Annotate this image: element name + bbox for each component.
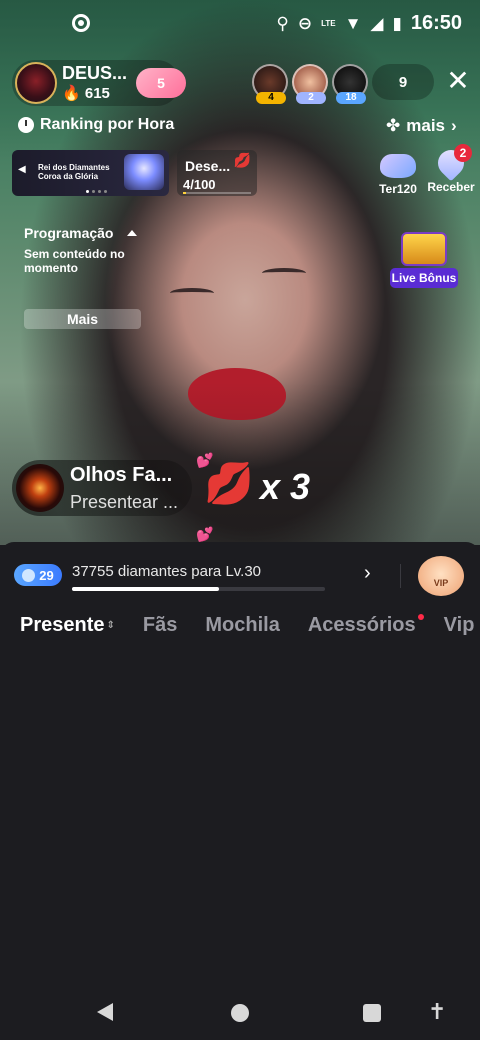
sender-name: Olhos Fa...	[70, 464, 173, 486]
banner-line-2: Coroa da Glória	[38, 172, 99, 181]
gem-label: Ter120	[379, 182, 417, 196]
banner-pager	[86, 190, 107, 193]
new-dot	[417, 614, 424, 620]
gift-count: x 3	[260, 466, 311, 507]
wish-goal[interactable]: Dese... 4/100 💋	[177, 150, 257, 196]
level-progress-bar	[72, 587, 325, 591]
gift-tabs: Presente ⇕ Fãs Mochila Acessórios Vip	[20, 614, 480, 637]
schedule-header[interactable]: Programação	[24, 225, 138, 241]
vip-button[interactable]: VIP	[418, 556, 464, 596]
follow-heart-button[interactable]: 5	[136, 68, 186, 98]
divider	[400, 564, 401, 588]
schedule-panel: Programação Sem conteúdo no momento	[24, 225, 138, 275]
schedule-title: Programação	[24, 225, 114, 241]
host-fans-count: 615	[84, 85, 110, 102]
sender-avatar	[16, 464, 64, 512]
lips	[188, 368, 286, 420]
heart-level: 5	[157, 75, 165, 91]
clock: 16:50	[410, 12, 462, 34]
dnd-icon: ⊖	[297, 14, 313, 33]
chevron-up-icon	[127, 230, 138, 236]
tab-label: Mochila	[205, 614, 280, 636]
tab-mochila[interactable]: Mochila	[205, 614, 279, 637]
close-icon[interactable]: ✕	[444, 66, 472, 96]
chevron-right-icon[interactable]: ›	[364, 562, 371, 585]
host-name: DEUS...	[62, 63, 128, 83]
live-bonus-button[interactable]: Live Bônus	[390, 232, 458, 290]
tab-vip[interactable]: Vip	[444, 614, 475, 637]
host-info[interactable]: DEUS... 🔥 615 5	[12, 60, 186, 106]
schedule-empty: Sem conteúdo no momento	[24, 247, 125, 275]
tab-label: Presente	[20, 614, 105, 636]
wish-title: Dese...	[185, 158, 231, 174]
status-bar: ⚲ ⊖ LTE ▼ ◢ ▮ 16:50	[0, 0, 480, 46]
diamond-crown-icon	[124, 154, 164, 190]
viewer-avatar-1[interactable]: 4	[252, 64, 288, 104]
heart-icon: 💕	[196, 452, 214, 468]
gem-icon	[380, 154, 416, 178]
chevron-right-icon: ›	[451, 116, 457, 135]
viewer-badge-1: 4	[256, 92, 286, 104]
gift-action: Presentear ...	[70, 492, 179, 512]
network-type: LTE	[321, 18, 336, 28]
tab-label: Acessórios	[307, 614, 416, 636]
host-avatar[interactable]	[15, 62, 57, 104]
tab-label: Fãs	[142, 614, 178, 636]
banner-line-1: Rei dos Diamantes	[38, 163, 110, 172]
eye-left	[170, 288, 214, 298]
receive-label: Receber	[427, 180, 475, 194]
heart-icon: 💕	[196, 526, 214, 542]
tab-presente[interactable]: Presente ⇕	[20, 614, 115, 637]
grid-icon: ✤	[386, 116, 401, 135]
viewer-badge-2: 2	[296, 92, 326, 104]
vip-label: VIP	[433, 578, 449, 588]
viewer-avatar-3[interactable]: 18	[332, 64, 368, 104]
recents-icon[interactable]	[363, 1004, 381, 1022]
viewer-count-button[interactable]: 9	[372, 64, 434, 100]
signal-icon: ◢	[370, 14, 384, 33]
ranking-label: Ranking por Hora	[40, 116, 175, 133]
ranking-button[interactable]: Ranking por Hora	[18, 116, 174, 134]
more-label: mais	[406, 116, 445, 135]
home-icon[interactable]	[231, 1004, 249, 1022]
live-bonus-label: Live Bônus	[390, 268, 458, 288]
schedule-more-button[interactable]: Mais	[24, 309, 141, 329]
back-icon[interactable]	[97, 1003, 113, 1021]
gift-notification[interactable]: Olhos Fa... Presentear ...	[12, 460, 192, 516]
wish-progress: 4/100	[183, 177, 216, 192]
receive-badge: 2	[454, 144, 472, 162]
more-button[interactable]: ✤ mais ›	[386, 116, 457, 136]
sort-icon: ⇕	[106, 620, 115, 632]
banner-text: Rei dos Diamantes Coroa da Glória	[38, 163, 110, 181]
treasure-chest-icon	[401, 232, 447, 266]
tab-label: Vip	[443, 614, 475, 636]
location-icon: ⚲	[276, 14, 289, 33]
gift-panel: 29 37755 diamantes para Lv.30 › VIP Pres…	[0, 542, 480, 1040]
host-fans: 🔥 615	[62, 84, 110, 102]
eye-right	[262, 268, 306, 278]
viewer-avatar-2[interactable]: 2	[292, 64, 328, 104]
receive-button[interactable]: 2 Receber	[426, 144, 476, 194]
record-icon	[72, 14, 90, 32]
battery-icon: ▮	[392, 14, 402, 33]
flame-icon: 🔥	[62, 85, 81, 102]
gem-reward-button[interactable]: Ter120	[376, 154, 420, 196]
tab-acessorios[interactable]: Acessórios	[307, 614, 424, 637]
tab-fas[interactable]: Fãs	[143, 614, 177, 637]
viewer-count: 9	[398, 73, 408, 91]
accessibility-icon[interactable]: ✝	[428, 999, 446, 1025]
clock-icon	[18, 117, 34, 133]
event-banner[interactable]: ◀ Rei dos Diamantes Coroa da Glória	[12, 150, 169, 196]
wish-progress-bar	[183, 192, 251, 194]
level-number: 29	[39, 567, 54, 583]
viewer-badge-3: 18	[336, 92, 366, 104]
level-badge: 29	[14, 564, 62, 586]
kiss-icon: 💋	[233, 152, 251, 168]
level-progress-text: 37755 diamantes para Lv.30	[72, 563, 262, 580]
system-nav-bar: ✝	[0, 985, 480, 1040]
play-icon: ◀	[18, 164, 26, 175]
wifi-icon: ▼	[344, 14, 362, 33]
diamond-icon	[22, 568, 36, 582]
